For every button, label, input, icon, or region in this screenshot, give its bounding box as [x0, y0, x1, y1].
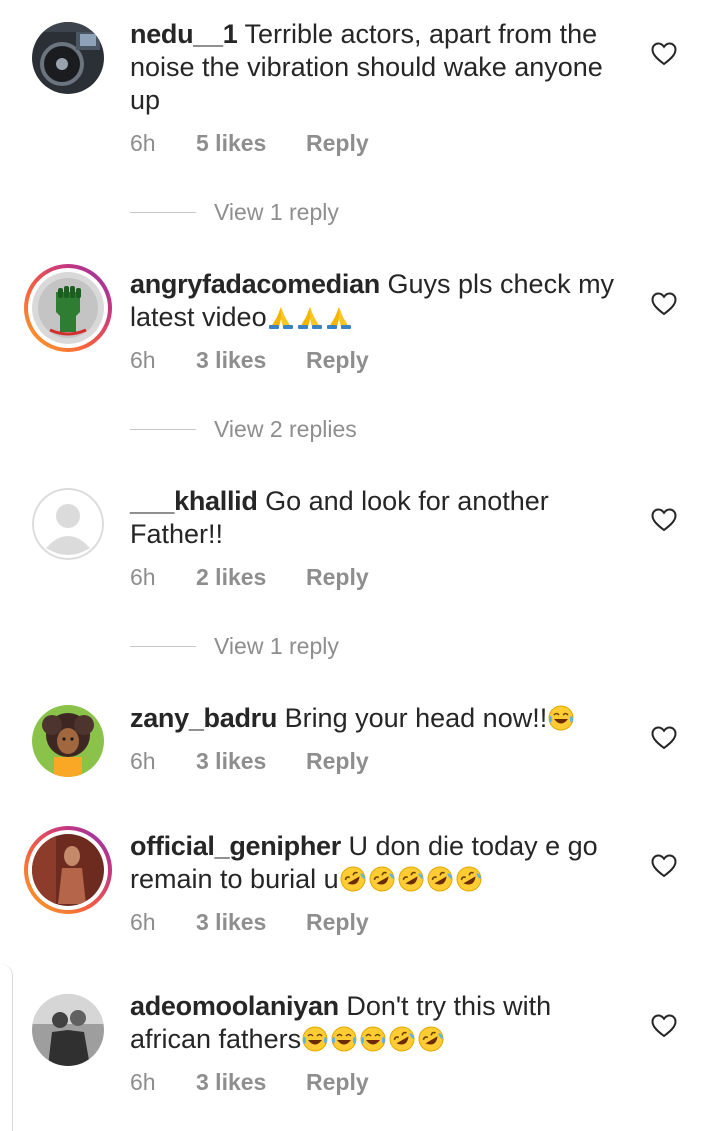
comment-likes[interactable]: 5 likes	[196, 130, 306, 157]
avatar[interactable]	[32, 22, 104, 94]
folded-hands-icon	[267, 303, 295, 331]
cartoon-girl	[32, 705, 104, 777]
comment-text-block: zany_badru Bring your head now!!	[130, 702, 630, 735]
replies-divider	[130, 429, 196, 430]
avatar[interactable]	[24, 826, 112, 914]
view-replies-button[interactable]: View 1 reply	[130, 633, 339, 660]
avatar[interactable]	[32, 994, 104, 1066]
reply-button[interactable]: Reply	[306, 564, 369, 591]
comment-meta: 6h 3 likes Reply	[130, 748, 369, 775]
comment-meta: 6h 2 likes Reply	[130, 564, 369, 591]
comment-likes[interactable]: 2 likes	[196, 564, 306, 591]
face-with-tears-of-joy-icon	[547, 704, 575, 732]
bw-photo	[32, 994, 104, 1066]
face-with-tears-of-joy-icon	[359, 1025, 387, 1053]
comment-text-block: angryfadacomedian Guys pls check my late…	[130, 268, 630, 334]
view-replies-label: View 1 reply	[214, 633, 339, 659]
comment-text-block: official_genipher U don die today e go r…	[130, 830, 630, 896]
rolling-on-floor-laughing-icon	[388, 1025, 416, 1053]
rolling-on-floor-laughing-icon	[417, 1025, 445, 1053]
comment-text-block: nedu__1 Terrible actors, apart from the …	[130, 18, 630, 117]
avatar[interactable]	[32, 488, 104, 560]
comment-username[interactable]: adeomoolaniyan	[130, 991, 339, 1021]
avatar[interactable]	[32, 705, 104, 777]
heart-icon[interactable]	[651, 42, 677, 66]
heart-icon[interactable]	[651, 292, 677, 316]
rolling-on-floor-laughing-icon	[339, 865, 367, 893]
folded-hands-icon	[325, 303, 353, 331]
comment-username[interactable]: zany_badru	[130, 703, 277, 733]
raised-fist-logo	[32, 272, 104, 344]
person-photo	[32, 834, 104, 906]
car-interior-photo	[32, 22, 104, 94]
default-profile	[32, 488, 104, 560]
comment-likes[interactable]: 3 likes	[196, 748, 306, 775]
rolling-on-floor-laughing-icon	[368, 865, 396, 893]
comment-text-block: ___khallid Go and look for another Fathe…	[130, 485, 630, 551]
reply-button[interactable]: Reply	[306, 909, 369, 936]
rolling-on-floor-laughing-icon	[397, 865, 425, 893]
heart-icon[interactable]	[651, 508, 677, 532]
view-replies-label: View 2 replies	[214, 416, 357, 442]
reply-button[interactable]: Reply	[306, 1069, 369, 1096]
face-with-tears-of-joy-icon	[301, 1025, 329, 1053]
view-replies-button[interactable]: View 2 replies	[130, 416, 357, 443]
comment-meta: 6h 5 likes Reply	[130, 130, 369, 157]
avatar[interactable]	[24, 264, 112, 352]
comment-meta: 6h 3 likes Reply	[130, 909, 369, 936]
comment-time: 6h	[130, 564, 156, 590]
panel-edge	[0, 964, 13, 1131]
comment-text: Bring your head now!!	[284, 703, 548, 733]
rolling-on-floor-laughing-icon	[455, 865, 483, 893]
comment-time: 6h	[130, 1069, 156, 1095]
view-replies-label: View 1 reply	[214, 199, 339, 225]
replies-divider	[130, 212, 196, 213]
comment-time: 6h	[130, 748, 156, 774]
comment-likes[interactable]: 3 likes	[196, 1069, 306, 1096]
reply-button[interactable]: Reply	[306, 347, 369, 374]
comment-time: 6h	[130, 130, 156, 156]
comment-username[interactable]: ___khallid	[130, 486, 258, 516]
avatar-picture	[32, 272, 104, 344]
reply-button[interactable]: Reply	[306, 130, 369, 157]
comment-meta: 6h 3 likes Reply	[130, 347, 369, 374]
comment-time: 6h	[130, 909, 156, 935]
face-with-tears-of-joy-icon	[330, 1025, 358, 1053]
replies-divider	[130, 646, 196, 647]
comment-time: 6h	[130, 347, 156, 373]
view-replies-button[interactable]: View 1 reply	[130, 199, 339, 226]
comment-username[interactable]: angryfadacomedian	[130, 269, 380, 299]
avatar-picture	[32, 834, 104, 906]
heart-icon[interactable]	[651, 854, 677, 878]
reply-button[interactable]: Reply	[306, 748, 369, 775]
comment-likes[interactable]: 3 likes	[196, 347, 306, 374]
heart-icon[interactable]	[651, 726, 677, 750]
comment-likes[interactable]: 3 likes	[196, 909, 306, 936]
heart-icon[interactable]	[651, 1014, 677, 1038]
rolling-on-floor-laughing-icon	[426, 865, 454, 893]
avatar-ring-gap	[28, 830, 108, 910]
comment-username[interactable]: official_genipher	[130, 831, 341, 861]
comment-meta: 6h 3 likes Reply	[130, 1069, 369, 1096]
avatar-ring-gap	[28, 268, 108, 348]
folded-hands-icon	[296, 303, 324, 331]
comment-text-block: adeomoolaniyan Don't try this with afric…	[130, 990, 630, 1056]
comment-username[interactable]: nedu__1	[130, 19, 238, 49]
